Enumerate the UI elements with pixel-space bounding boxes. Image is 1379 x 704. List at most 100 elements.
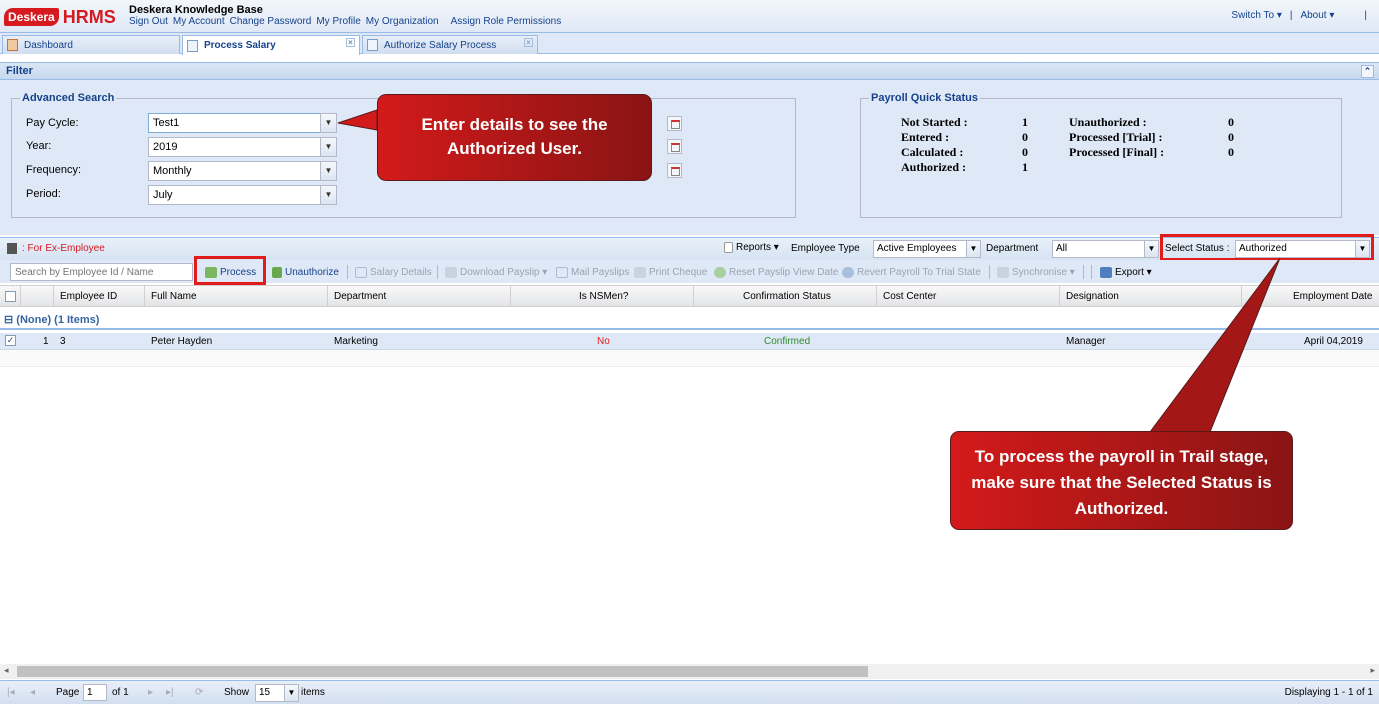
page-size-combo[interactable]: 15 ▼ <box>255 684 299 702</box>
dropdown-arrow-icon[interactable]: ▼ <box>966 240 981 258</box>
status-highlight-box <box>1160 234 1374 261</box>
my-profile-link[interactable]: My Profile <box>316 16 360 27</box>
sign-out-link[interactable]: Sign Out <box>129 16 168 27</box>
row-checkbox[interactable]: ✓ <box>5 335 16 346</box>
dropdown-arrow-icon[interactable]: ▼ <box>1144 240 1159 258</box>
calendar-icon[interactable] <box>667 139 682 154</box>
report-icon <box>724 242 733 253</box>
my-organization-link[interactable]: My Organization <box>366 16 439 27</box>
column-confirmation-status[interactable]: Confirmation Status <box>743 291 831 302</box>
collapse-icon[interactable]: ⌃ <box>1361 65 1374 78</box>
app-header: Deskera HRMS Deskera Knowledge Base Sign… <box>0 0 1379 33</box>
frequency-combo[interactable]: Monthly ▼ <box>148 161 337 181</box>
next-page-icon[interactable]: ▸ <box>148 687 153 698</box>
column-cost-center[interactable]: Cost Center <box>883 291 936 302</box>
processed-final-count: 0 <box>1228 145 1234 159</box>
assign-role-permissions-link[interactable]: Assign Role Permissions <box>451 16 562 27</box>
employee-type-combo[interactable]: Active Employees ▼ <box>873 240 981 258</box>
cell-confirmation-status: Confirmed <box>764 336 811 347</box>
download-icon <box>445 266 457 278</box>
dropdown-arrow-icon[interactable]: ▼ <box>320 161 337 181</box>
column-employee-id[interactable]: Employee ID <box>60 291 117 302</box>
column-employment-date[interactable]: Employment Date <box>1293 291 1372 302</box>
first-page-icon[interactable]: |◂ <box>7 687 15 698</box>
frequency-label: Frequency: <box>26 164 82 176</box>
print-cheque-button[interactable]: Print Cheque <box>634 263 707 281</box>
export-button[interactable]: Export ▾ <box>1100 263 1152 281</box>
my-account-link[interactable]: My Account <box>173 16 225 27</box>
period-label: Period: <box>26 188 61 200</box>
calendar-icon[interactable] <box>667 163 682 178</box>
dropdown-arrow-icon[interactable]: ▼ <box>284 684 299 702</box>
pagination-bar: |◂ ◂ Page of 1 ▸ ▸| ⟳ Show 15 ▼ items Di… <box>0 680 1379 704</box>
employee-search-input[interactable] <box>10 263 193 281</box>
change-password-link[interactable]: Change Password <box>230 16 312 27</box>
document-icon <box>187 39 198 52</box>
not-started-label: Not Started : <box>901 115 968 129</box>
tab-authorize-salary[interactable]: Authorize Salary Process × <box>362 35 538 54</box>
close-tab-icon[interactable]: × <box>346 38 355 47</box>
year-combo[interactable]: 2019 ▼ <box>148 137 337 157</box>
refresh-icon[interactable]: ⟳ <box>195 687 203 698</box>
row-number: 1 <box>43 336 49 347</box>
select-all-checkbox[interactable] <box>5 291 16 302</box>
scroll-thumb[interactable] <box>17 666 868 677</box>
dropdown-arrow-icon[interactable]: ▼ <box>320 113 337 133</box>
column-designation[interactable]: Designation <box>1066 291 1119 302</box>
top-nav-links: Sign Out My Account Change Password My P… <box>129 16 561 27</box>
export-icon <box>1100 266 1112 278</box>
deskera-logo: Deskera HRMS <box>4 6 116 28</box>
horizontal-scrollbar[interactable]: ◂ ▸ <box>0 664 1379 679</box>
page-label: Page <box>56 687 80 698</box>
scroll-left-icon[interactable]: ◂ <box>4 665 9 676</box>
revert-icon <box>842 266 854 278</box>
column-is-nsmen[interactable]: Is NSMen? <box>579 291 628 302</box>
page-number-input[interactable] <box>83 684 107 701</box>
displaying-count: Displaying 1 - 1 of 1 <box>1284 687 1373 698</box>
download-payslip-button[interactable]: Download Payslip ▾ <box>445 263 547 281</box>
dropdown-arrow-icon[interactable]: ▼ <box>320 137 337 157</box>
last-page-icon[interactable]: ▸| <box>166 687 174 698</box>
switch-to-menu[interactable]: Switch To ▾ <box>1231 10 1281 21</box>
scroll-right-icon[interactable]: ▸ <box>1370 665 1375 676</box>
department-combo[interactable]: All ▼ <box>1052 240 1159 258</box>
pay-cycle-combo[interactable]: Test1 ▼ <box>148 113 337 133</box>
sync-icon <box>997 266 1009 278</box>
processed-trial-label: Processed [Trial] : <box>1069 130 1163 144</box>
calendar-icon[interactable] <box>667 116 682 131</box>
table-row[interactable]: ✓ 1 3 Peter Hayden Marketing No Confirme… <box>0 333 1379 350</box>
reset-icon <box>714 266 726 278</box>
mail-icon <box>556 266 568 278</box>
collapse-group-icon[interactable]: ⊟ <box>4 314 13 326</box>
salary-details-icon <box>355 266 367 278</box>
column-department[interactable]: Department <box>334 291 386 302</box>
cell-full-name: Peter Hayden <box>151 336 213 347</box>
salary-details-button[interactable]: Salary Details <box>355 263 432 281</box>
calculated-count: 0 <box>1022 145 1028 159</box>
reset-payslip-view-date-button[interactable]: Reset Payslip View Date <box>714 263 838 281</box>
unauthorize-icon <box>272 266 282 278</box>
synchronise-button[interactable]: Synchronise ▾ <box>997 263 1075 281</box>
tab-bar: Dashboard Process Salary × Authorize Sal… <box>0 33 1379 55</box>
reports-menu[interactable]: Reports ▾ <box>724 242 779 253</box>
processed-final-label: Processed [Final] : <box>1069 145 1165 159</box>
group-header-row[interactable]: ⊟ (None) (1 Items) <box>0 313 1379 330</box>
about-menu[interactable]: About ▾ <box>1300 10 1334 21</box>
knowledge-base-title: Deskera Knowledge Base <box>129 4 263 16</box>
column-full-name[interactable]: Full Name <box>151 291 197 302</box>
tab-process-salary[interactable]: Process Salary × <box>182 35 360 55</box>
close-tab-icon[interactable]: × <box>524 38 533 47</box>
cell-designation: Manager <box>1066 336 1106 347</box>
mail-payslips-button[interactable]: Mail Payslips <box>556 263 629 281</box>
tab-dashboard[interactable]: Dashboard <box>2 35 180 54</box>
header-separator: | <box>1289 10 1293 21</box>
prev-page-icon[interactable]: ◂ <box>30 687 35 698</box>
pay-cycle-label: Pay Cycle: <box>26 117 79 129</box>
dropdown-arrow-icon[interactable]: ▼ <box>320 185 337 205</box>
entered-count: 0 <box>1022 130 1028 144</box>
unauthorized-label: Unauthorized : <box>1069 115 1147 129</box>
employee-type-label: Employee Type <box>791 243 860 254</box>
revert-payroll-button[interactable]: Revert Payroll To Trial State <box>842 263 981 281</box>
unauthorize-button[interactable]: Unauthorize <box>272 263 339 281</box>
period-combo[interactable]: July ▼ <box>148 185 337 205</box>
